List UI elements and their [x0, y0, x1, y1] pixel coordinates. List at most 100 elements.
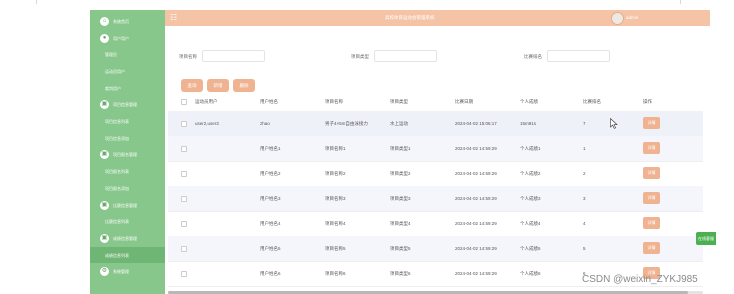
row-checkbox[interactable] — [181, 221, 187, 227]
sidebar-subitem[interactable]: 运动员用户 — [90, 63, 165, 80]
column-header: 操作 — [643, 99, 652, 104]
table-row[interactable]: user2,user3 zhao 男子4×5m自由泳接力 水上运动 2024-04-02… — [168, 111, 703, 137]
sidebar-subitem[interactable]: 项目报名添加 — [90, 180, 165, 197]
sidebar-item[interactable]: ▣ 比赛信息管理 — [90, 197, 165, 214]
table-cell: user2,user3 — [195, 121, 219, 126]
user-icon: ● — [100, 33, 109, 43]
select-all-checkbox[interactable] — [181, 99, 187, 105]
sidebar-subitem[interactable]: 比赛信息列表 — [90, 213, 165, 230]
folder-icon: ▣ — [100, 100, 109, 110]
table-cell: 用户姓名2 — [260, 171, 281, 176]
sidebar-item[interactable]: ⌂ 系统首页 — [90, 13, 165, 30]
table-row[interactable]: 用户姓名2 项目名称2 项目类型2 2024-04-02 14:59:29 个人成绩2 2… — [168, 161, 703, 187]
online-service-tab[interactable]: 在线客服 — [696, 232, 716, 245]
add-button[interactable]: 新增 — [207, 79, 229, 92]
top-bar: ☷ 高校体育运动会管理系统 admin — [165, 10, 710, 26]
table-cell: 项目类型5 — [390, 246, 411, 251]
sidebar-item[interactable]: ▣ 成绩信息管理 — [90, 230, 165, 247]
admin-app: ⌂ 系统首页 ● 用户用户 管理员 运动员用户 裁判用户 ▣ 项目信息管理 项目信息列表 项目信息添… — [90, 10, 710, 294]
table-cell: 个人成绩4 — [520, 221, 541, 226]
column-header[interactable]: 个人成绩 — [520, 99, 538, 105]
table-row[interactable]: 用户姓名4 项目名称4 项目类型4 2024-04-02 14:59:29 个人成绩4 4… — [168, 211, 703, 237]
sidebar-item-label: 成绩信息管理 — [113, 235, 137, 241]
detail-button[interactable]: 详情 — [643, 217, 660, 229]
table-row[interactable]: 用户姓名3 项目名称3 项目类型3 2024-04-02 14:59:29 个人成绩3 3… — [168, 186, 703, 212]
sidebar-subitem[interactable]: 成绩信息列表 — [90, 246, 165, 264]
table-cell: 2024-04-02 14:59:29 — [455, 246, 497, 251]
row-checkbox[interactable] — [181, 146, 187, 152]
table-cell: 用户姓名3 — [260, 196, 281, 201]
table-cell: 2024-04-02 14:59:29 — [455, 271, 497, 276]
column-header[interactable]: 运动员用户 — [195, 99, 218, 105]
column-header[interactable]: 项目名称 — [325, 99, 343, 105]
folder-icon: ▣ — [100, 233, 109, 243]
table-row[interactable]: 用户姓名1 项目名称1 项目类型1 2024-04-02 14:59:29 个人成绩1 1… — [168, 136, 703, 162]
sidebar-item-label: 系统管理 — [113, 269, 129, 275]
sidebar-subitem[interactable]: 项目报名列表 — [90, 163, 165, 180]
table-cell: 项目名称6 — [325, 271, 346, 276]
table-cell: 个人成绩6 — [520, 271, 541, 276]
sidebar-subitem[interactable]: 管理员 — [90, 46, 165, 63]
row-checkbox[interactable] — [181, 171, 187, 177]
sidebar-item-label: 项目信息管理 — [113, 102, 137, 108]
column-header[interactable]: 比赛日期 — [455, 99, 473, 105]
sidebar-item-label: 运动员用户 — [105, 68, 125, 74]
column-header[interactable]: 用户姓名 — [260, 99, 278, 105]
table-cell: 个人成绩5 — [520, 246, 541, 251]
sidebar-item[interactable]: ● 用户用户 — [90, 30, 165, 47]
sidebar-item[interactable]: ▣ 项目报名管理 — [90, 147, 165, 164]
column-header[interactable]: 比赛排名 — [583, 99, 601, 105]
detail-button[interactable]: 详情 — [643, 242, 660, 254]
sidebar-item-label: 项目信息添加 — [105, 135, 129, 141]
sidebar-subitem[interactable]: 项目信息列表 — [90, 113, 165, 130]
home-icon: ⌂ — [100, 16, 109, 26]
detail-button[interactable]: 详情 — [643, 167, 660, 179]
project-name-input[interactable] — [202, 50, 265, 62]
table-cell: 项目名称5 — [325, 246, 346, 251]
project-type-input[interactable] — [374, 50, 437, 62]
detail-button[interactable]: 详情 — [643, 142, 660, 154]
sidebar-subitem[interactable]: 裁判用户 — [90, 80, 165, 97]
table-cell: 项目名称3 — [325, 196, 346, 201]
table-cell: 个人成绩3 — [520, 196, 541, 201]
system-title: 高校体育运动会管理系统 — [385, 15, 435, 20]
table-cell: 用户姓名1 — [260, 146, 281, 151]
rank-label: 比赛排名 — [524, 54, 542, 59]
sidebar-subitem[interactable]: 项目信息添加 — [90, 130, 165, 147]
table-cell: 项目类型2 — [390, 171, 411, 176]
row-checkbox[interactable] — [181, 121, 187, 127]
detail-button[interactable]: 详情 — [643, 192, 660, 204]
column-header[interactable]: 项目类型 — [390, 99, 408, 105]
table-cell: 2024-04-02 14:59:29 — [455, 146, 497, 151]
sidebar-item-label: 裁判用户 — [105, 85, 121, 91]
table-cell: 用户姓名4 — [260, 221, 281, 226]
search-button[interactable]: 查询 — [181, 79, 203, 92]
row-checkbox[interactable] — [181, 246, 187, 252]
sidebar-item-label: 比赛信息列表 — [105, 219, 129, 225]
table-cell: zhao — [260, 121, 270, 126]
table-cell: 项目名称4 — [325, 221, 346, 226]
row-checkbox[interactable] — [181, 271, 187, 277]
table-cell: 4 — [583, 221, 586, 226]
table-cell: 2024-04-02 14:59:29 — [455, 171, 497, 176]
sidebar-item[interactable]: ▣ 项目信息管理 — [90, 97, 165, 114]
mouse-cursor-icon — [610, 118, 618, 129]
table-cell: 项目类型3 — [390, 196, 411, 201]
avatar[interactable] — [611, 12, 624, 25]
rank-input[interactable] — [547, 50, 610, 62]
row-checkbox[interactable] — [181, 196, 187, 202]
table-cell: 3 — [583, 196, 586, 201]
table-cell: 水上运动 — [390, 121, 408, 126]
table-cell: 2024-04-02 14:59:29 — [455, 196, 497, 201]
table-cell: 项目名称2 — [325, 171, 346, 176]
sidebar-item[interactable]: ⚙ 系统管理 — [90, 264, 165, 281]
menu-toggle-icon[interactable]: ☷ — [170, 13, 179, 22]
table-cell: 项目名称1 — [325, 146, 346, 151]
detail-button[interactable]: 详情 — [643, 117, 660, 129]
table-header: 运动员用户 用户姓名 项目名称 项目类型 比赛日期 个人成绩 比赛排名 操作 — [168, 93, 703, 112]
delete-button[interactable]: 删除 — [233, 79, 255, 92]
username-label[interactable]: admin — [626, 15, 638, 20]
sidebar-item-label: 项目报名列表 — [105, 169, 129, 175]
table-cell: 1 — [583, 146, 586, 151]
table-row[interactable]: 用户姓名5 项目名称5 项目类型5 2024-04-02 14:59:29 个人成绩5 5… — [168, 236, 703, 262]
